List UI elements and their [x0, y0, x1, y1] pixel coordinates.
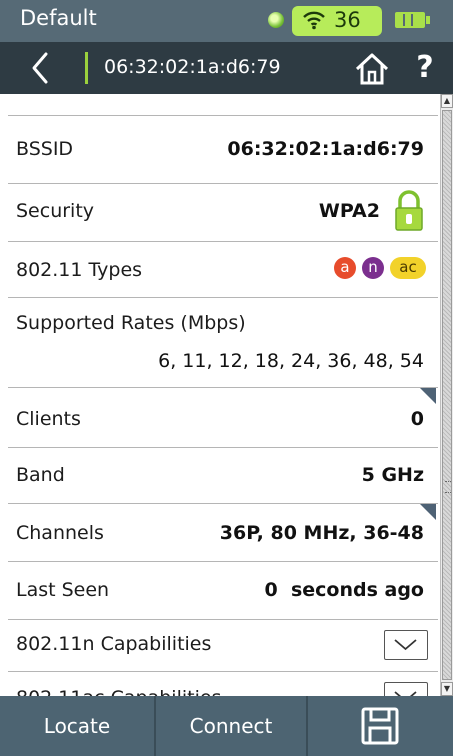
bottom-toolbar: Locate Connect: [0, 696, 453, 756]
scrollbar-thumb[interactable]: [442, 110, 452, 680]
bssid-label: BSSID: [16, 138, 74, 160]
locate-button[interactable]: Locate: [0, 696, 154, 756]
channels-value: 36P, 80 MHz, 36-48: [219, 522, 424, 544]
row-last-seen: Last Seen 0 seconds ago: [8, 562, 438, 620]
last-seen-value: 0 seconds ago: [264, 579, 425, 601]
clients-value: 0: [410, 408, 424, 430]
clients-label: Clients: [16, 408, 81, 430]
wifi-count-badge[interactable]: 36: [292, 6, 382, 36]
wifi-icon: [302, 10, 326, 35]
types-label: 802.11 Types: [16, 259, 143, 281]
ac-capabilities-expand-button[interactable]: [384, 682, 428, 696]
type-a-badge: a: [334, 257, 356, 279]
last-seen-label: Last Seen: [16, 579, 110, 601]
clients-drilldown-indicator: [420, 388, 436, 404]
n-capabilities-expand-button[interactable]: [384, 630, 428, 660]
band-value: 5 GHz: [361, 464, 424, 486]
ac-capabilities-label: 802.11ac Capabilities: [16, 687, 221, 696]
bssid-value: 06:32:02:1a:d6:79: [227, 138, 424, 160]
row-band: Band 5 GHz: [8, 448, 438, 504]
battery-icon: [395, 12, 425, 28]
row-supported-rates: Supported Rates (Mbps) 6, 11, 12, 18, 24…: [8, 298, 438, 388]
scrollbar-grip: [445, 481, 451, 493]
profile-name[interactable]: Default: [20, 6, 97, 30]
status-led-icon: [268, 12, 284, 28]
channels-drilldown-indicator: [420, 504, 436, 520]
n-capabilities-label: 802.11n Capabilities: [16, 633, 212, 655]
scrollbar[interactable]: ▲ ▼: [440, 94, 453, 696]
save-icon: [361, 707, 399, 745]
nav-divider: [85, 52, 88, 84]
row-clients[interactable]: Clients 0: [8, 388, 438, 448]
battery-tip: [426, 16, 430, 24]
connect-button[interactable]: Connect: [156, 696, 306, 756]
detail-list[interactable]: BSSID 06:32:02:1a:d6:79 Security WPA2 80…: [8, 94, 438, 696]
row-80211ac-capabilities[interactable]: 802.11ac Capabilities: [8, 672, 438, 696]
page-title: 06:32:02:1a:d6:79: [104, 56, 281, 78]
channels-label: Channels: [16, 522, 104, 544]
rates-value: 6, 11, 12, 18, 24, 36, 48, 54: [158, 350, 424, 372]
scroll-down-button[interactable]: ▼: [441, 682, 453, 696]
chevron-down-icon: [394, 691, 417, 696]
chevron-down-icon: [394, 639, 417, 651]
list-top-spacer: [8, 94, 438, 116]
status-bar: Default 36: [0, 0, 453, 42]
row-80211-types: 802.11 Types a n ac: [8, 242, 438, 298]
rates-label: Supported Rates (Mbps): [16, 312, 246, 334]
type-ac-badge: ac: [390, 257, 426, 279]
lock-icon: [395, 190, 423, 231]
row-channels[interactable]: Channels 36P, 80 MHz, 36-48: [8, 504, 438, 562]
scroll-up-button[interactable]: ▲: [441, 94, 453, 108]
nav-bar: 06:32:02:1a:d6:79 ?: [0, 42, 453, 94]
row-bssid: BSSID 06:32:02:1a:d6:79: [8, 116, 438, 184]
home-icon: [355, 53, 389, 85]
save-button[interactable]: [308, 696, 453, 756]
band-label: Band: [16, 464, 65, 486]
back-chevron-icon: [32, 52, 48, 84]
wifi-count: 36: [334, 8, 361, 32]
row-80211n-capabilities[interactable]: 802.11n Capabilities: [8, 620, 438, 672]
type-n-badge: n: [362, 257, 384, 279]
help-button[interactable]: ?: [408, 46, 442, 90]
row-security: Security WPA2: [8, 184, 438, 242]
back-button[interactable]: [22, 48, 62, 88]
security-value: WPA2: [318, 200, 380, 222]
home-button[interactable]: [352, 48, 392, 88]
security-label: Security: [16, 200, 95, 222]
